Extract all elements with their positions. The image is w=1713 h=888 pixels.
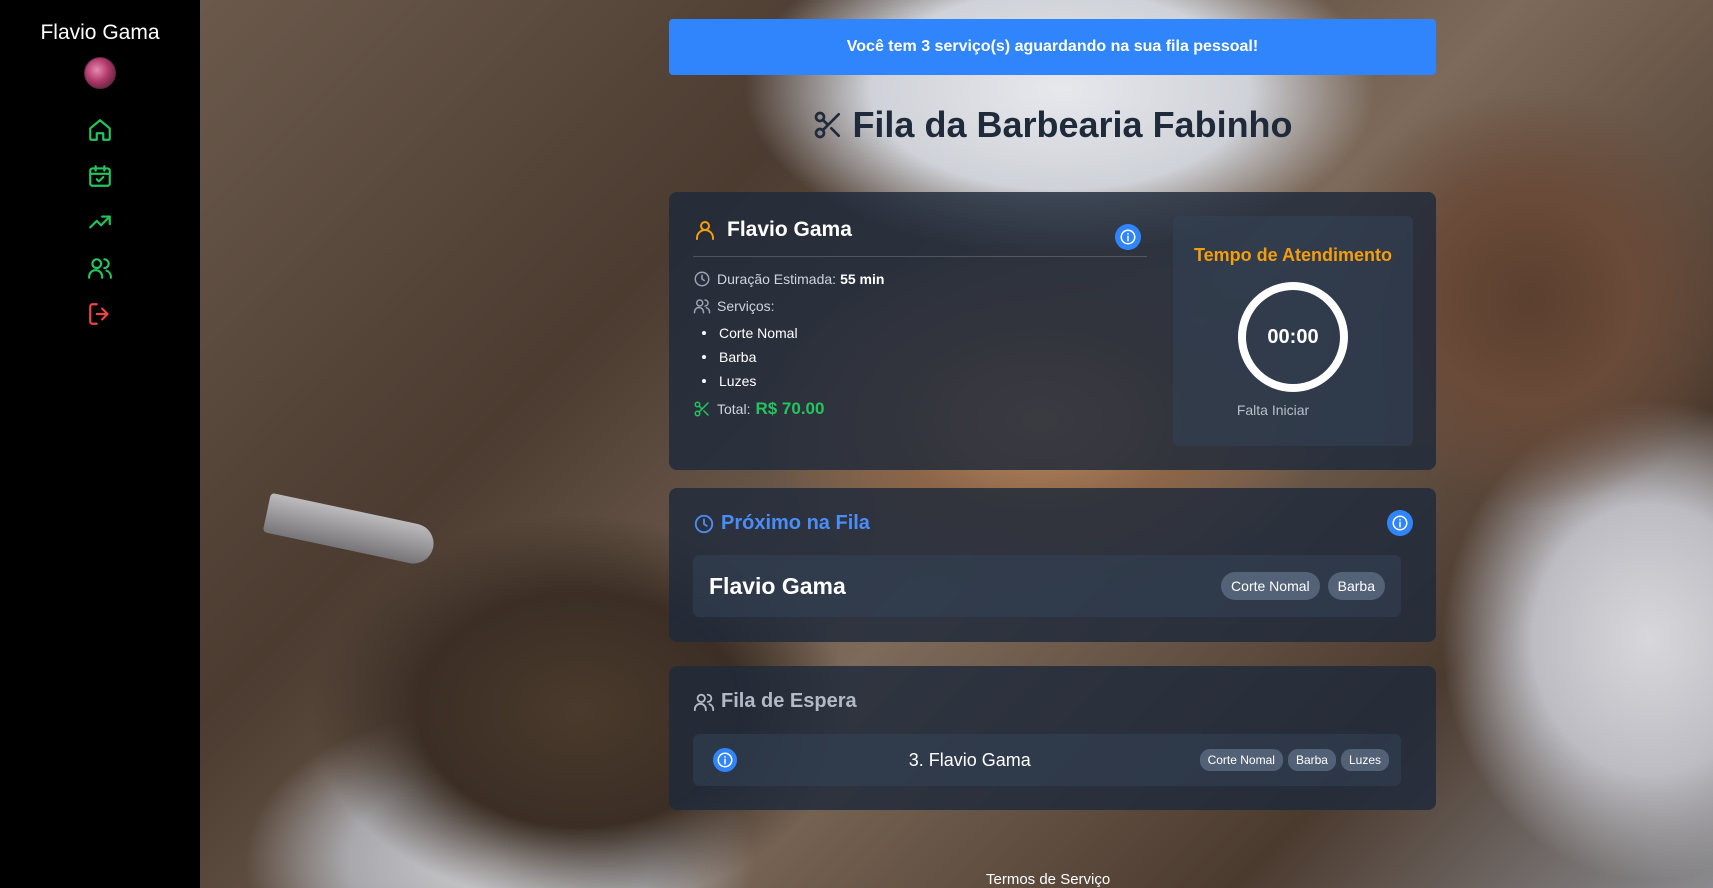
service-tag: Barba (1327, 572, 1385, 600)
next-header: Próximo na Fila (693, 512, 870, 535)
queue-item-tags: Corte Nomal Barba Luzes (1195, 749, 1389, 771)
users-icon (693, 693, 715, 711)
next-info-button[interactable] (1387, 510, 1413, 536)
service-item: Barba (693, 345, 1147, 369)
services-label: Serviços: (717, 298, 775, 314)
queue-item-info-button[interactable] (713, 748, 737, 772)
scissors-icon (815, 111, 841, 139)
avatar[interactable] (84, 57, 116, 89)
queue-banner: Você tem 3 serviço(s) aguardando na sua … (669, 19, 1436, 75)
clock-icon (694, 514, 714, 533)
timer-ring: 00:00 (1238, 282, 1348, 392)
user-icon (696, 221, 714, 240)
sidebar: Flavio Gama (0, 0, 200, 888)
timer-title: Tempo de Atendimento (1194, 245, 1392, 265)
total-row: Total: R$ 70.00 (693, 399, 1147, 419)
nav-home[interactable] (85, 115, 115, 145)
next-client-name: Flavio Gama (709, 572, 846, 599)
sidebar-nav (85, 115, 115, 345)
page-title: Fila da Barbearia Fabinho (669, 102, 1436, 148)
home-icon (89, 119, 111, 141)
calendar-check-icon (89, 165, 111, 187)
next-service-tags: Corte Nomal Barba (1213, 572, 1385, 600)
current-client-name: Flavio Gama (727, 218, 852, 241)
service-item: Luzes (693, 369, 1147, 393)
nav-reports[interactable] (85, 207, 115, 237)
current-client-card: Flavio Gama Duração Estimada: 55 min Ser… (669, 192, 1436, 470)
services-list: Corte Nomal Barba Luzes (693, 321, 1147, 393)
info-icon (1392, 515, 1408, 531)
razor-blade-shape (262, 492, 438, 568)
sidebar-user-name: Flavio Gama (40, 21, 160, 44)
waiting-queue-card: Fila de Espera 3. Flavio Gama Corte Noma… (669, 666, 1436, 810)
duration-label: Duração Estimada: (717, 271, 837, 287)
duration-value: 55 min (840, 271, 885, 287)
timer-value: 00:00 (1267, 325, 1319, 348)
service-tag: Luzes (1340, 749, 1389, 771)
service-tag: Barba (1287, 749, 1336, 771)
total-label: Total: (717, 401, 751, 417)
logout-icon (89, 303, 109, 325)
main-content: Você tem 3 serviço(s) aguardando na sua … (669, 19, 1436, 810)
queue-item-label: 3. Flavio Gama (908, 749, 1031, 770)
info-icon (717, 752, 733, 768)
services-row: Serviços: (693, 297, 1147, 315)
scissors-icon (694, 401, 709, 417)
info-icon (1120, 229, 1136, 245)
timer-status: Falta Iniciar (1236, 402, 1310, 418)
page-title-text: Fila da Barbearia Fabinho (852, 104, 1293, 145)
queue-list-item[interactable]: 3. Flavio Gama Corte Nomal Barba Luzes (693, 734, 1401, 786)
next-title: Próximo na Fila (721, 512, 870, 534)
trending-up-icon (89, 215, 111, 229)
nav-clients[interactable] (85, 253, 115, 283)
service-tag: Corte Nomal (1221, 572, 1320, 600)
nav-schedule[interactable] (85, 161, 115, 191)
clock-icon (694, 271, 710, 287)
service-item: Corte Nomal (693, 321, 1147, 345)
current-client-details: Flavio Gama Duração Estimada: 55 min Ser… (693, 216, 1147, 419)
wait-title: Fila de Espera (721, 690, 857, 712)
duration-row: Duração Estimada: 55 min (693, 270, 1147, 288)
current-client-header: Flavio Gama (693, 216, 1147, 244)
wait-header: Fila de Espera (693, 690, 857, 713)
current-info-button[interactable] (1115, 224, 1141, 250)
service-timer-panel: Tempo de Atendimento 00:00 Falta Iniciar (1173, 216, 1413, 446)
next-in-queue-card: Próximo na Fila Flavio Gama Corte Nomal … (669, 488, 1436, 642)
users-icon (88, 258, 112, 279)
next-client-row[interactable]: Flavio Gama Corte Nomal Barba (693, 555, 1401, 617)
terms-of-service-link[interactable]: Termos de Serviço (986, 871, 1110, 888)
users-icon (693, 299, 711, 314)
nav-logout[interactable] (85, 299, 115, 329)
service-tag: Corte Nomal (1199, 749, 1283, 771)
total-value: R$ 70.00 (755, 399, 825, 418)
divider (693, 256, 1147, 257)
